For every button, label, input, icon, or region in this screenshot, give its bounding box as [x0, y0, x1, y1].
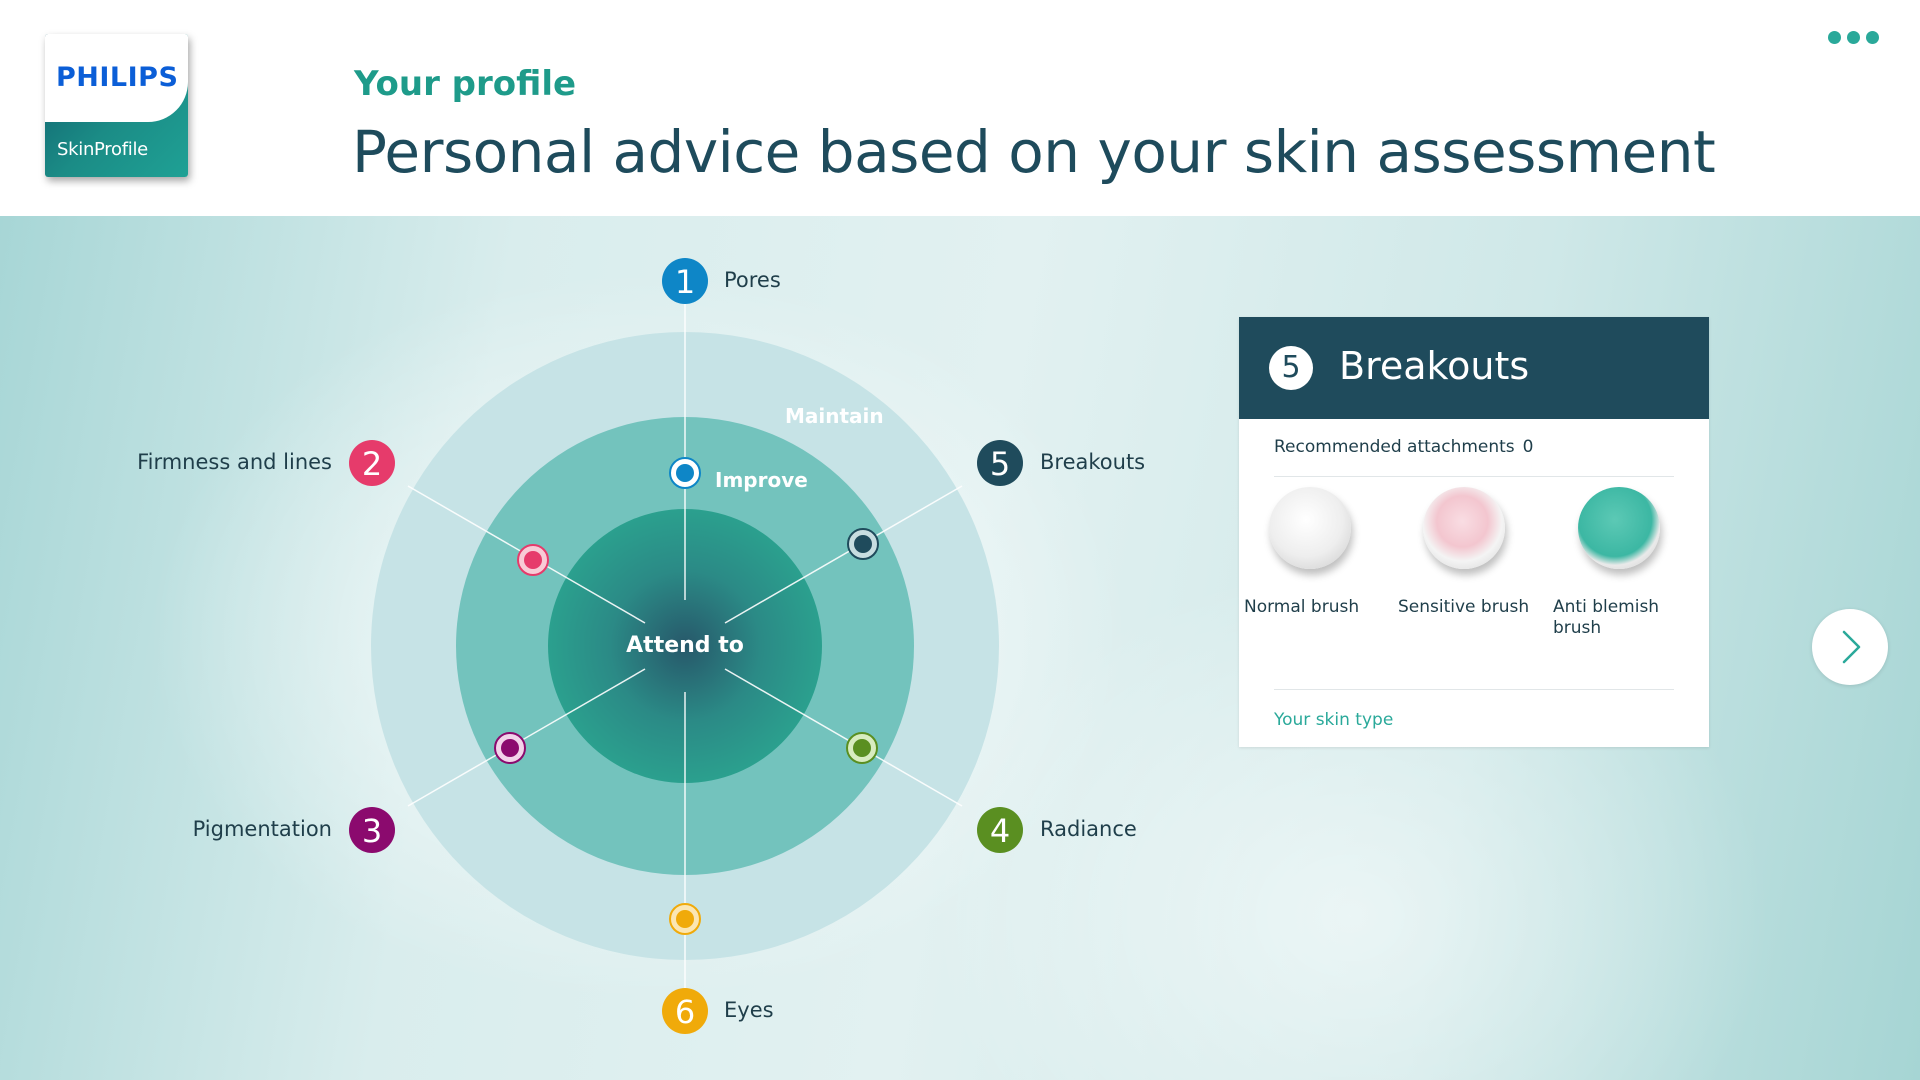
- badge-number-4: 4: [990, 812, 1010, 850]
- badge-number-6: 6: [675, 993, 695, 1031]
- main-panel: 1 2 5 3 4 6 Maintain Improve Attend to P…: [0, 216, 1920, 1080]
- detail-number: 5: [1269, 346, 1313, 390]
- badge-number-2: 2: [362, 445, 382, 483]
- marker-firmness[interactable]: [517, 544, 549, 576]
- marker-pores[interactable]: [669, 457, 701, 489]
- recommended-attachments: Recommended attachments 0: [1274, 437, 1533, 457]
- page-kicker: Your profile: [354, 64, 577, 104]
- attachment-label: Sensitive brush: [1398, 597, 1530, 617]
- detail-card: 5 Breakouts Recommended attachments 0 Nor…: [1239, 317, 1709, 747]
- skin-type-link[interactable]: Your skin type: [1274, 710, 1393, 730]
- category-pores[interactable]: Pores: [724, 268, 781, 292]
- skin-wheel: 1 2 5 3 4 6 Maintain Improve Attend to P…: [0, 216, 1300, 1080]
- badge-firmness[interactable]: 2: [349, 440, 395, 486]
- brand-name: PHILIPS: [56, 62, 179, 93]
- badge-number-5: 5: [990, 445, 1010, 483]
- detail-card-header: 5 Breakouts: [1239, 317, 1709, 419]
- divider: [1274, 476, 1674, 477]
- category-breakouts[interactable]: Breakouts: [1040, 450, 1145, 474]
- badge-eyes[interactable]: 6: [662, 988, 708, 1034]
- next-button[interactable]: [1812, 609, 1888, 685]
- page-title: Personal advice based on your skin asses…: [352, 118, 1716, 186]
- ring-label-attend: Attend to: [626, 633, 744, 658]
- marker-breakouts[interactable]: [847, 528, 879, 560]
- recommended-attachments-label: Recommended attachments: [1274, 437, 1515, 457]
- chevron-right-icon: [1842, 630, 1861, 664]
- badge-breakouts[interactable]: 5: [977, 440, 1023, 486]
- sensitive-brush-icon: [1423, 487, 1505, 569]
- category-pigmentation[interactable]: Pigmentation: [130, 817, 332, 841]
- badge-number-1: 1: [675, 263, 695, 301]
- detail-title: Breakouts: [1339, 344, 1530, 388]
- anti-blemish-brush-icon: [1578, 487, 1660, 569]
- ring-label-maintain: Maintain: [785, 404, 884, 428]
- category-firmness[interactable]: Firmness and lines: [110, 450, 332, 474]
- attachment-label: Anti blemish brush: [1553, 597, 1660, 638]
- more-dots-icon[interactable]: [1828, 31, 1884, 47]
- category-radiance[interactable]: Radiance: [1040, 817, 1137, 841]
- badge-number-3: 3: [362, 812, 382, 850]
- marker-eyes[interactable]: [669, 903, 701, 935]
- marker-radiance[interactable]: [846, 732, 878, 764]
- badge-pores[interactable]: 1: [662, 258, 708, 304]
- marker-pigmentation[interactable]: [494, 732, 526, 764]
- app-header: PHILIPS SkinProfile Your profile Persona…: [0, 0, 1920, 216]
- divider: [1274, 689, 1674, 690]
- badge-radiance[interactable]: 4: [977, 807, 1023, 853]
- product-name: SkinProfile: [57, 139, 148, 160]
- recommended-attachments-count: 0: [1522, 437, 1534, 457]
- normal-brush-icon: [1269, 487, 1351, 569]
- badge-pigmentation[interactable]: 3: [349, 807, 395, 853]
- attachment-label: Normal brush: [1244, 597, 1360, 617]
- category-eyes[interactable]: Eyes: [724, 998, 774, 1022]
- brand-logo: PHILIPS SkinProfile: [45, 34, 188, 177]
- ring-label-improve: Improve: [715, 468, 808, 492]
